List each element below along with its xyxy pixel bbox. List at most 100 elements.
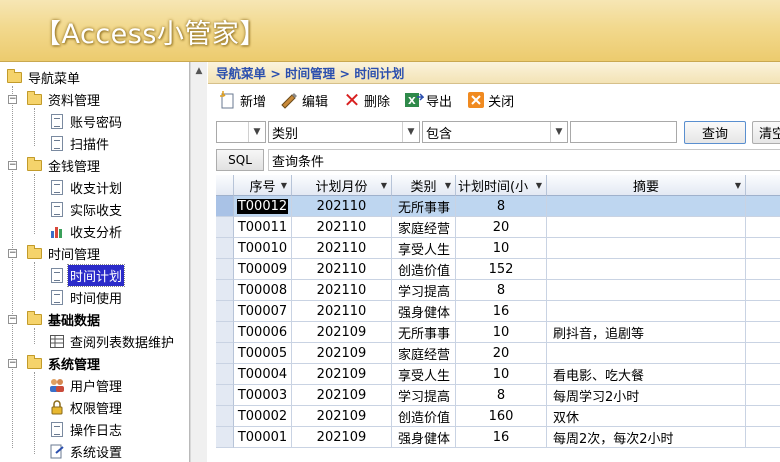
cell-month[interactable]: 202110 <box>292 196 392 217</box>
cell-month[interactable]: 202109 <box>292 385 392 406</box>
chevron-down-icon[interactable]: ▼ <box>550 122 567 142</box>
row-selector[interactable] <box>216 238 234 259</box>
table-row[interactable]: T00002 202109 创造价值 160 双休 <box>216 406 780 427</box>
column-header-hours[interactable]: 计划时间(小 ▼ <box>456 175 547 196</box>
cell-id[interactable]: T00002 <box>234 406 292 427</box>
cell-hours[interactable]: 8 <box>456 196 547 217</box>
cell-month[interactable]: 202109 <box>292 427 392 448</box>
cell-month[interactable]: 202109 <box>292 406 392 427</box>
tree-item-time-plan[interactable]: 时间计划 <box>48 263 126 287</box>
cell-id[interactable]: T00006 <box>234 322 292 343</box>
cell-id[interactable]: T00007 <box>234 301 292 322</box>
cell-hours[interactable]: 8 <box>456 280 547 301</box>
chevron-down-icon[interactable]: ▼ <box>402 122 419 142</box>
navigation-tree[interactable]: 导航菜单 − 资料管理 账号密码 扫描件 − 金钱管理 收支计划 实际收支 收支… <box>0 62 190 462</box>
cell-category[interactable]: 家庭经营 <box>392 217 456 238</box>
operator-select[interactable]: 包含 ▼ <box>422 121 568 143</box>
collapse-icon[interactable]: − <box>8 95 17 104</box>
cell-category[interactable]: 家庭经营 <box>392 343 456 364</box>
collapse-icon[interactable]: − <box>8 161 17 170</box>
cell-hours[interactable]: 10 <box>456 322 547 343</box>
cell-month[interactable]: 202110 <box>292 280 392 301</box>
cell-id[interactable]: T00003 <box>234 385 292 406</box>
tree-item-actual-budget[interactable]: 实际收支 <box>48 198 124 220</box>
cell-summary[interactable]: 每周学习2小时 <box>547 385 746 406</box>
tree-item-scans[interactable]: 扫描件 <box>48 132 111 154</box>
row-selector[interactable] <box>216 217 234 238</box>
cell-id[interactable]: T00012 <box>234 196 292 217</box>
cell-hours[interactable]: 20 <box>456 217 547 238</box>
field-select[interactable]: 类别 ▼ <box>268 121 420 143</box>
delete-button[interactable]: ✕ 删除 <box>342 88 390 112</box>
cell-hours[interactable]: 10 <box>456 364 547 385</box>
query-condition-field[interactable]: 查询条件 <box>268 149 780 171</box>
cell-category[interactable]: 强身健体 <box>392 301 456 322</box>
row-selector[interactable] <box>216 259 234 280</box>
tree-scrollbar[interactable]: ▲ <box>190 62 207 462</box>
collapse-icon[interactable]: − <box>8 315 17 324</box>
cell-hours[interactable]: 20 <box>456 343 547 364</box>
table-row[interactable]: T00011 202110 家庭经营 20 <box>216 217 780 238</box>
dropdown-arrow-icon[interactable]: ▼ <box>735 181 741 190</box>
cell-month[interactable]: 202109 <box>292 322 392 343</box>
cell-id[interactable]: T00004 <box>234 364 292 385</box>
logic-select[interactable]: ▼ <box>216 121 266 143</box>
cell-summary[interactable]: 双休 <box>547 406 746 427</box>
collapse-icon[interactable]: − <box>8 359 17 368</box>
cell-month[interactable]: 202109 <box>292 364 392 385</box>
cell-id[interactable]: T00010 <box>234 238 292 259</box>
dropdown-arrow-icon[interactable]: ▼ <box>445 181 451 190</box>
cell-summary[interactable] <box>547 196 746 217</box>
cell-category[interactable]: 强身健体 <box>392 427 456 448</box>
filter-value-input[interactable] <box>570 121 677 143</box>
clear-button[interactable]: 清空 <box>752 121 780 144</box>
row-selector[interactable] <box>216 427 234 448</box>
table-row[interactable]: T00010 202110 享受人生 10 <box>216 238 780 259</box>
cell-category[interactable]: 学习提高 <box>392 385 456 406</box>
table-row[interactable]: T00009 202110 创造价值 152 <box>216 259 780 280</box>
table-row[interactable]: T00005 202109 家庭经营 20 <box>216 343 780 364</box>
tree-item-account-password[interactable]: 账号密码 <box>48 110 124 132</box>
row-selector[interactable] <box>216 343 234 364</box>
sql-button[interactable]: SQL <box>216 149 264 171</box>
cell-summary[interactable] <box>547 343 746 364</box>
cell-hours[interactable]: 16 <box>456 301 547 322</box>
cell-hours[interactable]: 152 <box>456 259 547 280</box>
tree-item-root[interactable]: 导航菜单 <box>6 66 82 88</box>
cell-id[interactable]: T00005 <box>234 343 292 364</box>
row-selector[interactable] <box>216 385 234 406</box>
tree-item-base-data[interactable]: 基础数据 <box>26 308 102 330</box>
tree-item-budget-analysis[interactable]: 收支分析 <box>48 220 124 242</box>
table-row[interactable]: T00012 202110 无所事事 8 <box>216 196 780 217</box>
cell-category[interactable]: 无所事事 <box>392 322 456 343</box>
column-header-id[interactable]: 序号 ▼ <box>234 175 292 196</box>
table-row[interactable]: T00007 202110 强身健体 16 <box>216 301 780 322</box>
tree-item-user-management[interactable]: 用户管理 <box>48 374 124 396</box>
cell-month[interactable]: 202110 <box>292 259 392 280</box>
dropdown-arrow-icon[interactable]: ▼ <box>381 181 387 190</box>
cell-hours[interactable]: 160 <box>456 406 547 427</box>
cell-hours[interactable]: 16 <box>456 427 547 448</box>
cell-summary[interactable] <box>547 280 746 301</box>
tree-item-data-management[interactable]: 资料管理 <box>26 88 102 110</box>
cell-summary[interactable] <box>547 259 746 280</box>
tree-item-budget-plan[interactable]: 收支计划 <box>48 176 124 198</box>
dropdown-arrow-icon[interactable]: ▼ <box>281 181 287 190</box>
edit-button[interactable]: 编辑 <box>280 90 328 110</box>
cell-summary[interactable]: 刷抖音，追剧等 <box>547 322 746 343</box>
collapse-icon[interactable]: − <box>8 249 17 258</box>
column-header-month[interactable]: 计划月份 ▼ <box>292 175 392 196</box>
close-button[interactable]: 关闭 <box>466 90 514 110</box>
tree-item-system-management[interactable]: 系统管理 <box>26 352 102 374</box>
row-header-corner[interactable] <box>216 175 234 196</box>
cell-month[interactable]: 202110 <box>292 238 392 259</box>
new-button[interactable]: 新增 <box>218 90 266 110</box>
row-selector[interactable] <box>216 280 234 301</box>
cell-category[interactable]: 无所事事 <box>392 196 456 217</box>
column-header-summary[interactable]: 摘要 ▼ <box>547 175 746 196</box>
cell-id[interactable]: T00009 <box>234 259 292 280</box>
row-selector[interactable] <box>216 301 234 322</box>
cell-id[interactable]: T00011 <box>234 217 292 238</box>
cell-summary[interactable]: 看电影、吃大餐 <box>547 364 746 385</box>
row-selector[interactable] <box>216 322 234 343</box>
